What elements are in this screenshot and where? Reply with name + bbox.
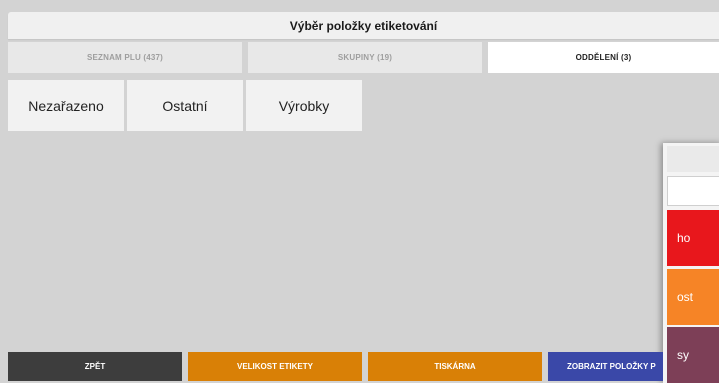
side-panel-header	[667, 146, 719, 172]
side-panel: ho ost sy	[663, 143, 719, 383]
printer-button[interactable]: TISKÁRNA	[368, 352, 542, 381]
side-panel-item[interactable]: ost	[667, 269, 719, 325]
show-items-button[interactable]: ZOBRAZIT POLOŽKY P	[548, 352, 663, 381]
side-panel-item[interactable]: ho	[667, 210, 719, 266]
tab-departments[interactable]: ODDĚLENÍ (3)	[488, 42, 719, 73]
tab-groups[interactable]: SKUPINY (19)	[248, 42, 482, 73]
page-title: Výběr položky etiketování	[8, 12, 719, 39]
side-panel-item[interactable]: sy	[667, 327, 719, 383]
label-size-button[interactable]: VELIKOST ETIKETY	[188, 352, 362, 381]
tab-plu-list[interactable]: SEZNAM PLU (437)	[8, 42, 242, 73]
back-button[interactable]: ZPĚT	[8, 352, 182, 381]
side-panel-input[interactable]	[667, 176, 719, 206]
category-other[interactable]: Ostatní	[127, 80, 243, 131]
category-unassigned[interactable]: Nezařazeno	[8, 80, 124, 131]
category-products[interactable]: Výrobky	[246, 80, 362, 131]
